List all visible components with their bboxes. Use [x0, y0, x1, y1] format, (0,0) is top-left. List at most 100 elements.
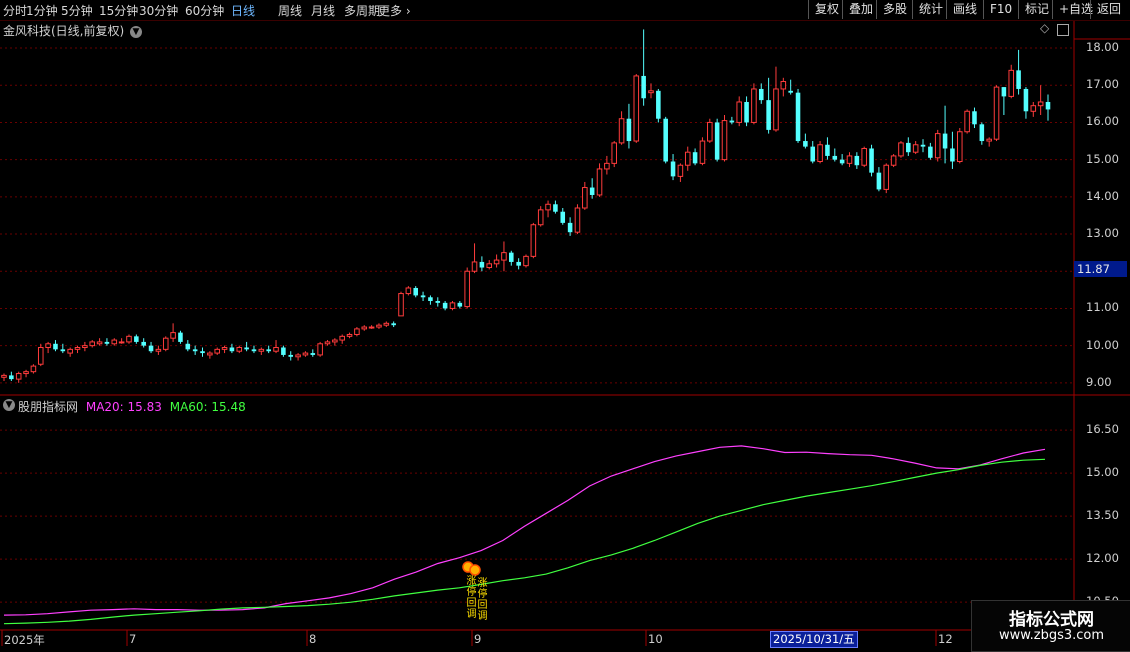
candle-body-3 — [23, 371, 29, 375]
toolbar-right-0[interactable]: 复权 — [808, 0, 845, 19]
candle-body-37 — [273, 347, 279, 352]
signal-dot-2 — [469, 564, 481, 576]
candle-body-27 — [200, 351, 205, 354]
chart-canvas[interactable] — [0, 0, 1130, 650]
price-tick-8: 10.00 — [1086, 337, 1119, 352]
minimize-icon[interactable] — [1057, 24, 1069, 36]
indicator-title[interactable]: ▼ 股朋指标网 MA20: 15.83 MA60: 15.48 — [3, 398, 246, 415]
candle-body-108 — [795, 92, 801, 142]
candle-body-31 — [229, 347, 235, 352]
candle-body-112 — [825, 144, 830, 156]
candle-body-130 — [956, 131, 963, 163]
toolbar-item-10[interactable]: 更多 › — [378, 2, 411, 19]
diamond-icon[interactable]: ◇ — [1040, 21, 1049, 35]
candle-body-118 — [869, 148, 874, 173]
candle-body-72 — [530, 224, 537, 257]
candle-body-102 — [751, 88, 757, 123]
candle-body-58 — [428, 297, 433, 301]
candle-body-92 — [677, 164, 684, 177]
candle-body-23 — [170, 332, 176, 339]
candle-body-67 — [493, 259, 500, 265]
period-toolbar: 分时 1分钟 5分钟 15分钟 30分钟 60分钟 日线 周线 月线 多周期 更多 › 复权 叠加 多股统… — [0, 0, 1130, 21]
date-tick-2: 8 — [309, 632, 317, 646]
price-tick-4: 14.00 — [1086, 188, 1119, 203]
ma20-label: MA20: 15.83 — [85, 400, 162, 414]
candle-body-61 — [449, 302, 456, 309]
candle-body-99 — [729, 120, 735, 123]
stock-title[interactable]: 金风科技(日线,前复权) ▼ — [3, 22, 143, 39]
date-tick-5: 12 — [938, 632, 953, 646]
candle-body-57 — [420, 295, 426, 298]
candle-body-68 — [501, 252, 507, 261]
candle-body-29 — [214, 348, 220, 354]
toolbar-item-3[interactable]: 15分钟 — [99, 2, 138, 19]
candle-body-91 — [670, 161, 676, 177]
candle-body-26 — [192, 349, 198, 352]
toolbar-item-1[interactable]: 1分钟 — [26, 2, 58, 19]
candle-body-115 — [846, 155, 853, 164]
candle-body-103 — [758, 88, 764, 101]
candle-body-34 — [251, 349, 257, 352]
toolbar-right-6[interactable]: 标记 — [1018, 0, 1055, 19]
candle-body-93 — [684, 151, 691, 166]
toolbar-right-3[interactable]: 统计 — [912, 0, 949, 19]
chevron-down-icon[interactable]: ▼ — [130, 25, 143, 38]
toolbar-item-8[interactable]: 月线 — [311, 2, 335, 19]
candle-body-62 — [457, 302, 463, 307]
toolbar-item-2[interactable]: 5分钟 — [61, 2, 93, 19]
toolbar-item-9[interactable]: 多周期 — [344, 2, 380, 19]
price-tick-5: 13.00 — [1086, 226, 1119, 241]
candle-body-65 — [479, 261, 485, 268]
toolbar-right-1[interactable]: 叠加 — [842, 0, 879, 19]
candle-body-134 — [986, 138, 992, 142]
ind-tick-2: 13.50 — [1086, 508, 1119, 523]
candle-body-106 — [780, 81, 787, 90]
candle-body-76 — [560, 211, 566, 223]
toolbar-item-6[interactable]: 日线 — [231, 2, 255, 19]
candle-body-21 — [155, 348, 162, 352]
candle-body-88 — [648, 90, 654, 94]
toolbar-item-4[interactable]: 30分钟 — [139, 2, 178, 19]
candle-body-126 — [928, 146, 933, 158]
toolbar-right-5[interactable]: F10 — [983, 0, 1018, 19]
toolbar-item-0[interactable]: 分时 — [3, 2, 27, 19]
candle-body-114 — [839, 159, 845, 164]
candle-body-64 — [471, 261, 478, 272]
toolbar-right-4[interactable]: 画线 — [946, 0, 983, 19]
candle-body-113 — [832, 155, 838, 160]
indicator-lines — [3, 445, 1046, 625]
candle-body-28 — [207, 352, 213, 356]
price-tick-7: 11.00 — [1086, 300, 1119, 315]
price-tick-9: 9.00 — [1086, 374, 1112, 389]
toolbar-item-7[interactable]: 周线 — [278, 2, 302, 19]
candle-body-19 — [141, 341, 146, 346]
candle-body-38 — [281, 347, 286, 355]
toolbar-right-8[interactable]: 返回 — [1090, 0, 1127, 19]
candle-body-104 — [766, 100, 771, 130]
signal-marker — [462, 561, 481, 576]
signal-text-left: 涨停回调 — [466, 576, 477, 620]
candle-body-131 — [964, 110, 970, 133]
cursor-date-label: 2025/10/31/五 — [770, 631, 858, 648]
candle-body-1 — [9, 375, 14, 380]
toolbar-right-2[interactable]: 多股 — [876, 0, 913, 19]
toolbar-item-5[interactable]: 60分钟 — [185, 2, 224, 19]
stock-title-text: 金风科技(日线,前复权) — [3, 24, 125, 38]
candle-body-78 — [574, 207, 581, 233]
chevron-down-icon[interactable]: ▼ — [3, 399, 15, 411]
date-tick-4: 10 — [648, 632, 663, 646]
ind-tick-3: 12.00 — [1086, 551, 1119, 566]
candle-body-105 — [773, 88, 779, 131]
candle-body-44 — [324, 341, 331, 345]
candle-body-82 — [604, 162, 610, 170]
candle-body-32 — [236, 347, 243, 352]
candle-body-77 — [567, 222, 573, 233]
date-tick-0: 2025年 — [4, 633, 45, 647]
ma60-label: MA60: 15.48 — [169, 400, 246, 414]
date-tick-3: 9 — [474, 632, 482, 646]
candle-body-59 — [435, 301, 441, 303]
candle-body-20 — [148, 345, 154, 352]
candle-body-47 — [346, 333, 353, 337]
candle-body-17 — [126, 335, 132, 343]
ind-tick-0: 16.50 — [1086, 422, 1119, 437]
